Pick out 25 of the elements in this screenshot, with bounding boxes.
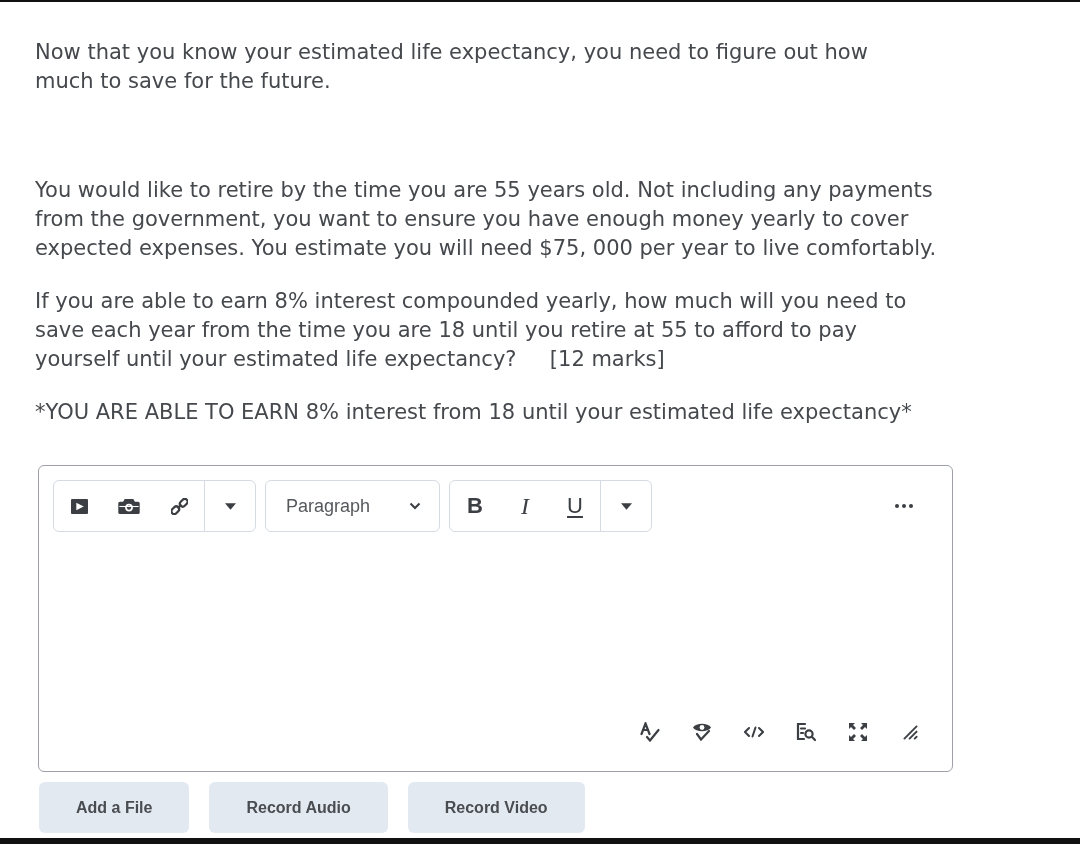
chevron-down-icon [409, 502, 421, 510]
format-button[interactable]: U [550, 481, 600, 531]
spellcheck-icon [640, 722, 660, 742]
camera-icon [118, 498, 140, 514]
question-paragraph: If you are able to earn 8% interest compounded yearly, how much will you need to save each year from the time you are 18 until you retire at 55 to afford to pay yourself until your estimated life expectancy? [12 marks] [35, 288, 908, 373]
editor-field[interactable]: Paragraph B I U [38, 465, 953, 772]
attachment-button[interactable]: Record Audio [209, 782, 388, 833]
caret-icon [620, 502, 632, 510]
fullscreen-icon [848, 722, 868, 742]
caret-icon [224, 502, 236, 510]
block-format-select[interactable]: Paragraph [265, 480, 440, 532]
attachment-button[interactable]: Record Video [407, 782, 585, 833]
question-paragraph: *YOU ARE ABLE TO EARN 8% interest from 18 until your estimated life expectancy* [35, 399, 913, 426]
link-icon [170, 497, 188, 515]
play-icon [70, 497, 88, 515]
code-icon [744, 726, 764, 738]
format-button[interactable]: I [500, 481, 550, 531]
document-magnifier-icon [796, 722, 816, 742]
question-paragraph: Now that you know your estimated life expectancy, you need to figure out how much to save for the future. [35, 39, 869, 95]
eye-check-icon [692, 722, 712, 742]
attachment-button[interactable]: Add a File [39, 782, 190, 833]
resize-grip-icon [902, 724, 918, 740]
format-button[interactable]: B [450, 481, 500, 531]
more-icon [895, 504, 913, 508]
question-paragraph: You would like to retire by the time you are 55 years old. Not including any payments from the government, you want to ensure you have enough money yearly to cover expected expenses. You estimate you will need $75, 000 per year to live comfortably. [35, 177, 938, 262]
